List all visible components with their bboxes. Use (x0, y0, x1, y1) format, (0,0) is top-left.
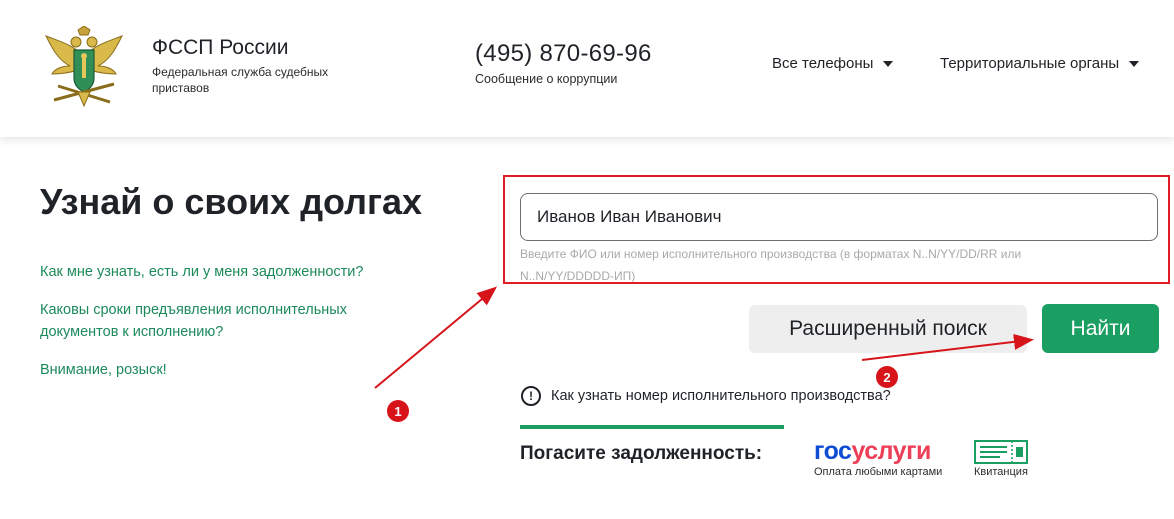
gosuslugi-logo-part2: услуги (851, 437, 931, 465)
phone-subtitle: Сообщение о коррупции (475, 72, 618, 86)
org-name[interactable]: ФССП России (152, 36, 288, 60)
org-subtitle: Федеральная служба судебных приставов (152, 65, 329, 95)
receipt-subtitle: Квитанция (974, 466, 1028, 478)
annotation-badge-1: 1 (387, 400, 409, 422)
divider-line (520, 425, 784, 429)
search-hint: Введите ФИО или номер исполнительного пр… (520, 247, 1022, 283)
help-link[interactable]: ! Как узнать номер исполнительного произ… (521, 386, 891, 406)
corruption-phone[interactable]: (495) 870-69-96 (475, 40, 652, 68)
receipt-icon[interactable] (974, 440, 1028, 464)
help-text: Как узнать номер исполнительного произво… (551, 388, 891, 404)
caret-down-icon (1129, 60, 1140, 67)
nav-all-phones-label: Все телефоны (772, 55, 874, 72)
pay-debt-label: Погасите задолженность: (520, 443, 763, 464)
gosuslugi-logo-part1: гос (814, 437, 852, 465)
advanced-search-button[interactable]: Расширенный поиск (749, 305, 1027, 353)
nav-territorial-bodies-label: Территориальные органы (940, 55, 1120, 72)
link-enforcement-deadlines[interactable]: Каковы сроки предъявления исполнительных… (40, 299, 400, 343)
info-circle-icon: ! (521, 386, 541, 406)
gosuslugi-subtitle: Оплата любыми картами (814, 466, 943, 478)
page-title: Узнай о своих долгах (40, 181, 423, 222)
link-check-debts[interactable]: Как мне узнать, есть ли у меня задолженн… (40, 261, 363, 283)
search-input[interactable] (520, 193, 1158, 241)
site-header: ФССП России Федеральная служба судебных … (0, 0, 1174, 137)
link-wanted[interactable]: Внимание, розыск! (40, 359, 167, 381)
find-button[interactable]: Найти (1042, 304, 1159, 353)
caret-down-icon (883, 60, 894, 67)
nav-territorial-bodies[interactable]: Территориальные органы (940, 55, 1140, 72)
gosuslugi-logo[interactable]: госуслуги (814, 437, 931, 466)
fssp-emblem-icon[interactable] (44, 26, 124, 108)
nav-all-phones[interactable]: Все телефоны (772, 55, 894, 72)
annotation-badge-2: 2 (876, 366, 898, 388)
